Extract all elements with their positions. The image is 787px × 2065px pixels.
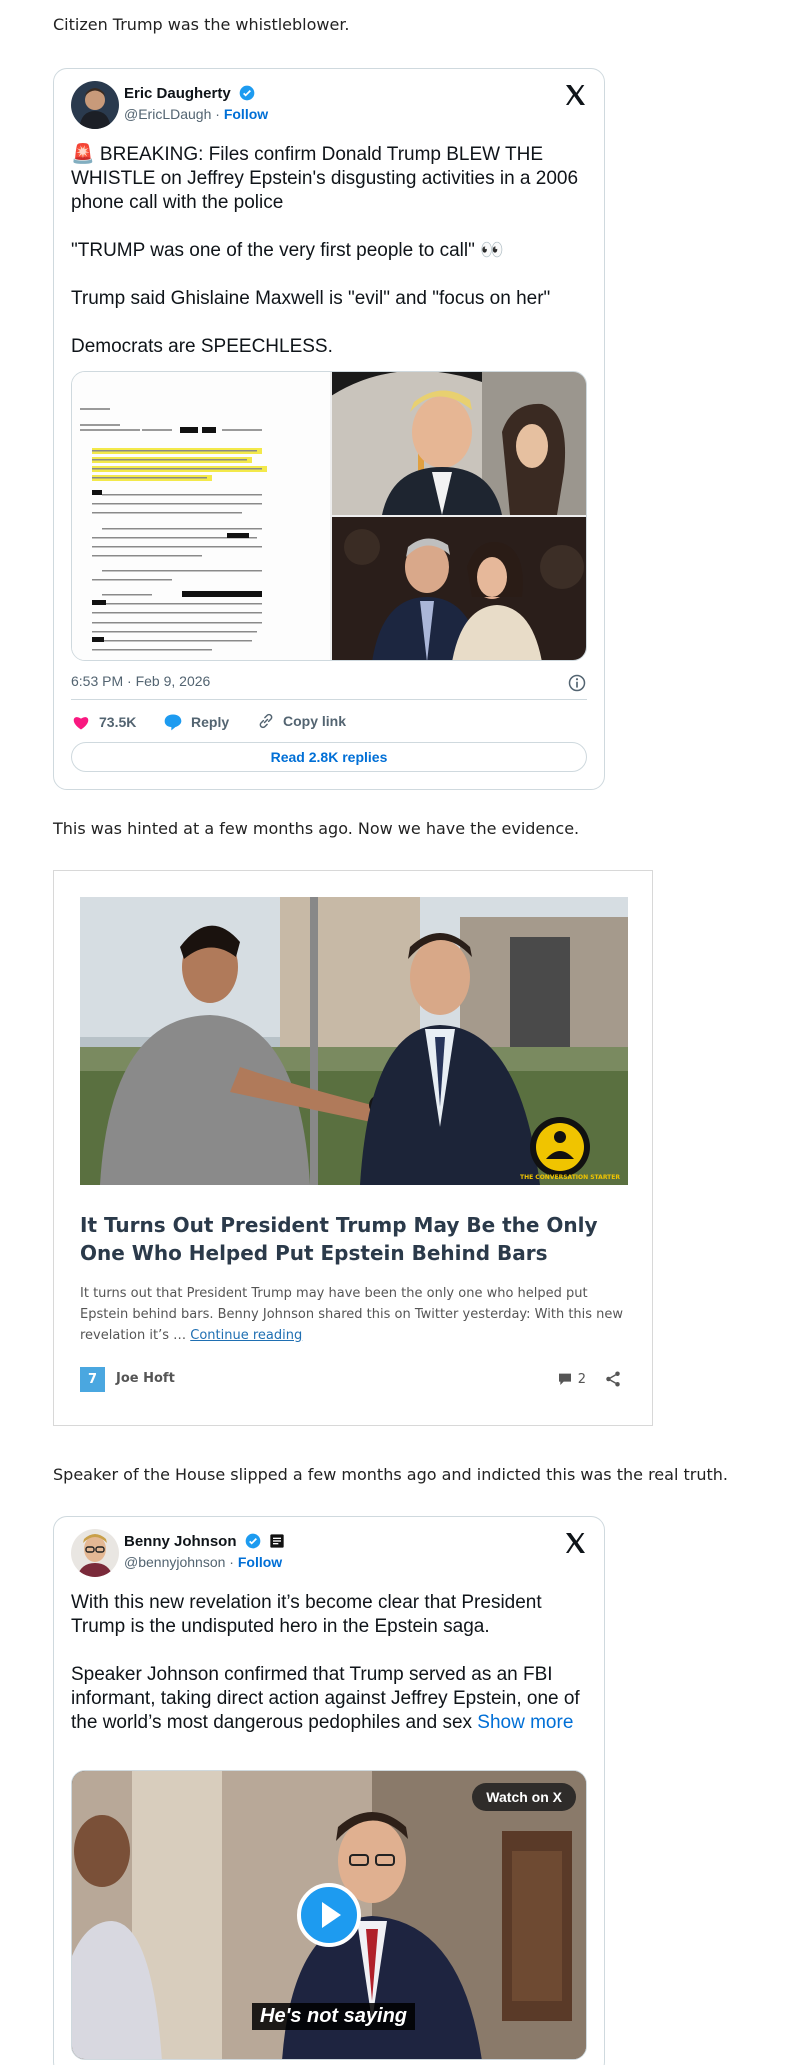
- comment-count-text: 2: [577, 1371, 586, 1387]
- article-excerpt-text: It turns out that President Trump may ha…: [80, 1286, 624, 1343]
- tweet-author-name[interactable]: Benny Johnson: [124, 1533, 285, 1550]
- embedded-tweet-eric[interactable]: Eric Daugherty @EricLDaugh · Follow 🚨 BR…: [53, 68, 605, 790]
- tweet-timestamp[interactable]: 6:53 PM · Feb 9, 2026: [71, 673, 210, 689]
- reply-bubble-icon: [164, 714, 182, 731]
- epstein-maxwell-photo[interactable]: [332, 517, 586, 660]
- play-icon: [322, 1902, 341, 1928]
- paragraph-speaker: Speaker of the House slipped a few month…: [53, 1465, 728, 1484]
- play-button[interactable]: [297, 1883, 361, 1947]
- tweet-header: Eric Daugherty @EricLDaugh · Follow: [71, 81, 587, 131]
- tweet-text-line: Trump said Ghislaine Maxwell is "evil" a…: [71, 288, 551, 309]
- separator: ·: [225, 1554, 238, 1570]
- article-footer: 7 Joe Hoft 2: [80, 1367, 626, 1393]
- tweet-author-name[interactable]: Eric Daugherty: [124, 85, 255, 102]
- tweet-text-line: "TRUMP was one of the very first people …: [71, 240, 504, 261]
- tweet-text: 🚨 BREAKING: Files confirm Donald Trump B…: [71, 143, 587, 359]
- tweet-author-handle: @bennyjohnson · Follow: [124, 1554, 282, 1570]
- site-logo-icon: 7: [80, 1367, 105, 1392]
- follow-link[interactable]: Follow: [238, 1554, 282, 1570]
- link-icon: [259, 713, 273, 729]
- article-image[interactable]: THE CONVERSATION STARTER: [80, 897, 628, 1185]
- tweet-video[interactable]: Watch on X He's not saying: [71, 1770, 587, 2060]
- share-icon[interactable]: [604, 1370, 622, 1388]
- x-logo-icon[interactable]: [563, 83, 587, 107]
- like-count: 73.5K: [99, 714, 137, 730]
- show-more-link[interactable]: Show more: [477, 1712, 573, 1733]
- watch-on-x-button[interactable]: Watch on X: [472, 1783, 576, 1811]
- handle-text[interactable]: @bennyjohnson: [124, 1554, 225, 1570]
- reply-button[interactable]: Reply: [163, 712, 229, 732]
- video-caption: He's not saying: [252, 2003, 416, 2030]
- continue-reading-link[interactable]: Continue reading: [190, 1328, 302, 1343]
- tweet-header: Benny Johnson @bennyjohnson · Follow: [71, 1529, 587, 1579]
- verified-badge-icon: [239, 85, 255, 101]
- verified-badge-icon: [245, 1533, 261, 1549]
- separator: ·: [211, 106, 224, 122]
- embedded-tweet-benny[interactable]: Benny Johnson @bennyjohnson · Follow Wit…: [53, 1516, 605, 2065]
- comment-count[interactable]: 2: [557, 1371, 586, 1387]
- handle-text[interactable]: @EricLDaugh: [124, 106, 211, 122]
- divider: [71, 699, 587, 700]
- author-name-text[interactable]: Benny Johnson: [124, 1533, 237, 1550]
- tweet-author-handle: @EricLDaugh · Follow: [124, 106, 268, 122]
- tweet-text-line: Speaker Johnson confirmed that Trump ser…: [71, 1663, 587, 1735]
- avatar[interactable]: [71, 1529, 119, 1577]
- comment-icon: [558, 1373, 571, 1385]
- tweet-media[interactable]: [71, 371, 587, 661]
- read-replies-button[interactable]: Read 2.8K replies: [71, 742, 587, 772]
- author-name-text[interactable]: Eric Daugherty: [124, 85, 231, 102]
- article-excerpt: It turns out that President Trump may ha…: [80, 1283, 628, 1346]
- tweet-text-line: 🚨 BREAKING: Files confirm Donald Trump B…: [71, 144, 579, 213]
- avatar[interactable]: [71, 81, 119, 129]
- info-icon[interactable]: [567, 673, 587, 693]
- copy-link-label: Copy link: [283, 713, 347, 729]
- follow-link[interactable]: Follow: [224, 106, 268, 122]
- watermark-text: THE CONVERSATION STARTER: [520, 1174, 620, 1181]
- tweet-text-line: With this new revelation it’s become cle…: [71, 1592, 542, 1637]
- like-button[interactable]: 73.5K: [71, 712, 136, 732]
- paragraph-hint: This was hinted at a few months ago. Now…: [53, 819, 580, 838]
- tweet-text: With this new revelation it’s become cle…: [71, 1591, 587, 1735]
- reply-label: Reply: [191, 714, 230, 730]
- police-document-image[interactable]: [72, 372, 330, 660]
- article-card[interactable]: THE CONVERSATION STARTER It Turns Out Pr…: [53, 870, 653, 1426]
- copy-link-button[interactable]: Copy link: [257, 712, 346, 730]
- tweet-text-line: Democrats are SPEECHLESS.: [71, 336, 333, 357]
- article-author[interactable]: Joe Hoft: [116, 1371, 175, 1386]
- heart-icon: [73, 717, 89, 730]
- trump-photo[interactable]: [322, 372, 586, 515]
- paragraph-intro: Citizen Trump was the whistleblower.: [53, 15, 350, 34]
- tweet-actions: 73.5K Reply Copy link: [71, 712, 587, 734]
- affiliate-badge-icon: [270, 1534, 284, 1548]
- x-logo-icon[interactable]: [563, 1531, 587, 1555]
- article-title[interactable]: It Turns Out President Trump May Be the …: [80, 1211, 628, 1267]
